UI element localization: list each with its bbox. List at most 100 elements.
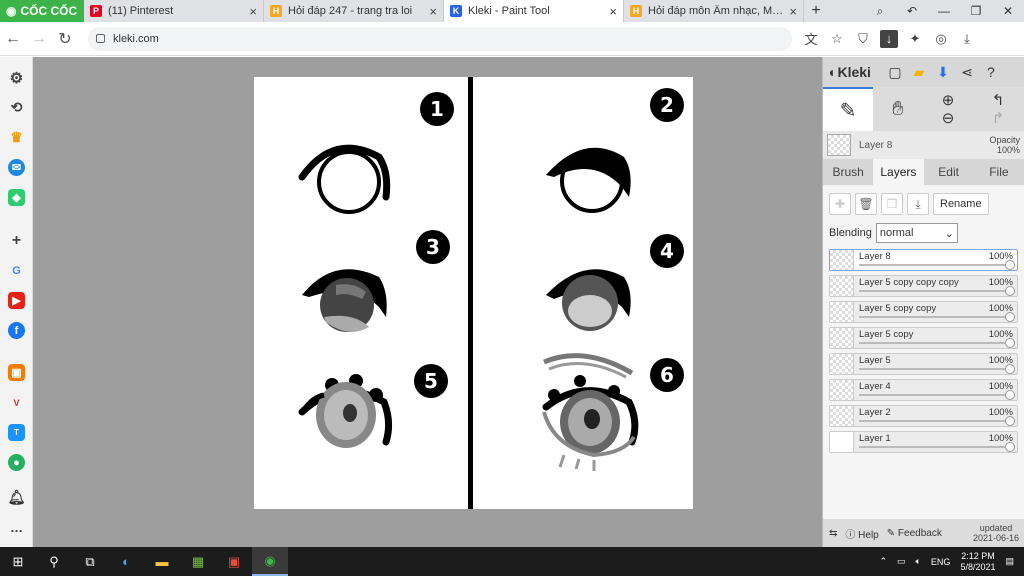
google-icon[interactable]: G: [8, 262, 25, 279]
slider-knob[interactable]: [1005, 312, 1015, 322]
slider-knob[interactable]: [1005, 260, 1015, 270]
bell-icon[interactable]: 🔔︎: [8, 489, 26, 506]
back-history-icon[interactable]: ↶: [896, 4, 928, 18]
swap-side-icon[interactable]: ⇆: [829, 528, 837, 539]
back-button[interactable]: ←: [0, 30, 26, 48]
undo-icon[interactable]: ↰: [992, 91, 1005, 109]
layer-row[interactable]: Layer 8 100%: [829, 249, 1018, 271]
shield-icon[interactable]: ⛉: [854, 30, 872, 48]
delete-layer-button[interactable]: 🗑︎: [855, 193, 877, 215]
layer-opacity-slider[interactable]: [859, 264, 1013, 266]
slider-knob[interactable]: [1005, 364, 1015, 374]
browser-brand[interactable]: ◉ CỐC CỐC: [0, 0, 84, 22]
add-icon[interactable]: +: [8, 232, 25, 249]
close-icon[interactable]: ×: [789, 4, 797, 19]
close-icon[interactable]: ×: [249, 4, 257, 19]
hand-tool-button[interactable]: ✋︎: [873, 87, 923, 131]
layer-row[interactable]: Layer 5 copy 100%: [829, 327, 1018, 349]
slider-knob[interactable]: [1005, 442, 1015, 452]
share-icon[interactable]: ⋖: [957, 62, 977, 82]
account-icon[interactable]: ◎: [932, 30, 950, 48]
close-icon[interactable]: ×: [609, 4, 617, 19]
layer-row[interactable]: Layer 4 100%: [829, 379, 1018, 401]
zoom-out-icon[interactable]: ⊖: [942, 109, 955, 127]
layer-opacity-slider[interactable]: [859, 420, 1013, 422]
settings-gear-icon[interactable]: ⚙: [8, 69, 25, 87]
battery-icon[interactable]: ▭: [897, 556, 906, 567]
address-bar[interactable]: kleki.com: [88, 26, 792, 51]
clock[interactable]: 2:12 PM 5/8/2021: [960, 551, 995, 573]
layer-row[interactable]: Layer 5 copy copy 100%: [829, 301, 1018, 323]
minimize-button[interactable]: —: [928, 4, 960, 18]
app-taskbar-button[interactable]: ▣: [216, 547, 252, 576]
star-icon[interactable]: ☆: [828, 30, 846, 48]
map-icon[interactable]: ●: [8, 454, 25, 471]
add-layer-button[interactable]: ✚: [829, 193, 851, 215]
merge-layer-button[interactable]: ⤓: [907, 193, 929, 215]
open-folder-icon[interactable]: ▰: [909, 62, 929, 82]
slider-knob[interactable]: [1005, 390, 1015, 400]
drawing-canvas[interactable]: 1 2 3 4 5 6: [254, 77, 693, 509]
blending-select[interactable]: normal ⌄: [875, 223, 958, 243]
kleki-logo[interactable]: ◖ Kleki: [827, 64, 871, 80]
download-icon[interactable]: ⬇: [933, 62, 953, 82]
start-button[interactable]: ⊞: [0, 547, 36, 576]
layer-row[interactable]: Layer 5 copy copy copy 100%: [829, 275, 1018, 297]
search-button[interactable]: ⚲: [36, 547, 72, 576]
slider-knob[interactable]: [1005, 338, 1015, 348]
close-icon[interactable]: ×: [429, 4, 437, 19]
layer-opacity-slider[interactable]: [859, 342, 1013, 344]
game-icon[interactable]: ◆: [8, 189, 25, 206]
facebook-icon[interactable]: f: [8, 322, 25, 339]
layer-opacity-slider[interactable]: [859, 446, 1013, 448]
slider-knob[interactable]: [1005, 416, 1015, 426]
help-link[interactable]: ⓘ Help: [845, 526, 878, 541]
kleki-workspace[interactable]: 1 2 3 4 5 6: [33, 57, 822, 547]
vtv-icon[interactable]: V: [8, 394, 25, 411]
youtube-icon[interactable]: ▶: [8, 292, 25, 309]
layer-opacity-slider[interactable]: [859, 394, 1013, 396]
new-tab-button[interactable]: +: [804, 0, 828, 22]
restore-button[interactable]: ❐: [960, 4, 992, 18]
language-indicator[interactable]: ENG: [931, 557, 951, 567]
shopping-icon[interactable]: ▣: [8, 364, 25, 381]
layer-opacity-slider[interactable]: [859, 316, 1013, 318]
redo-icon[interactable]: ↱: [992, 109, 1005, 127]
slider-knob[interactable]: [1005, 286, 1015, 296]
layer-row[interactable]: Layer 2 100%: [829, 405, 1018, 427]
file-explorer-button[interactable]: ▬: [144, 547, 180, 576]
tab-hoidap-amnhac[interactable]: H Hỏi đáp môn Âm nhạc, Mỹ th ×: [624, 0, 804, 22]
download-icon[interactable]: ↓: [880, 29, 898, 48]
store-button[interactable]: ▦: [180, 547, 216, 576]
tab-hoidap247[interactable]: H Hỏi đáp 247 - trang tra loi ×: [264, 0, 444, 22]
translate-icon[interactable]: 文: [802, 30, 820, 48]
tab-pinterest[interactable]: P (11) Pinterest ×: [84, 0, 264, 22]
notification-icon[interactable]: ▤: [1005, 556, 1014, 567]
close-window-button[interactable]: ✕: [992, 4, 1024, 18]
new-image-icon[interactable]: ▢: [885, 62, 905, 82]
forward-button[interactable]: →: [26, 30, 52, 48]
coccoc-taskbar-button[interactable]: ◉: [252, 547, 288, 576]
downloads-tray-icon[interactable]: ⤓: [958, 30, 976, 48]
rename-button[interactable]: Rename: [933, 193, 989, 215]
tab-kleki[interactable]: K Kleki - Paint Tool ×: [444, 0, 624, 22]
help-circle-icon[interactable]: ?: [981, 62, 1001, 82]
brush-tool-button[interactable]: ✎: [823, 87, 873, 131]
edge-taskbar-button[interactable]: ◐: [108, 547, 144, 576]
history-icon[interactable]: ⟲: [8, 99, 25, 116]
layer-row[interactable]: Layer 1 100%: [829, 431, 1018, 453]
tab-edit[interactable]: Edit: [924, 159, 974, 185]
tab-file[interactable]: File: [974, 159, 1024, 185]
duplicate-layer-button[interactable]: ❐: [881, 193, 903, 215]
layer-row[interactable]: Layer 5 100%: [829, 353, 1018, 375]
layer-opacity-slider[interactable]: [859, 290, 1013, 292]
extensions-icon[interactable]: ✦: [906, 30, 924, 48]
tiki-icon[interactable]: T: [8, 424, 25, 441]
reload-button[interactable]: ↻: [52, 29, 78, 49]
messenger-icon[interactable]: ✉: [8, 159, 25, 176]
tab-brush[interactable]: Brush: [823, 159, 873, 185]
chevron-up-icon[interactable]: ⌃: [879, 556, 887, 567]
zoom-in-icon[interactable]: ⊕: [942, 91, 955, 109]
tab-layers[interactable]: Layers: [873, 159, 924, 185]
layer-opacity-slider[interactable]: [859, 368, 1013, 370]
